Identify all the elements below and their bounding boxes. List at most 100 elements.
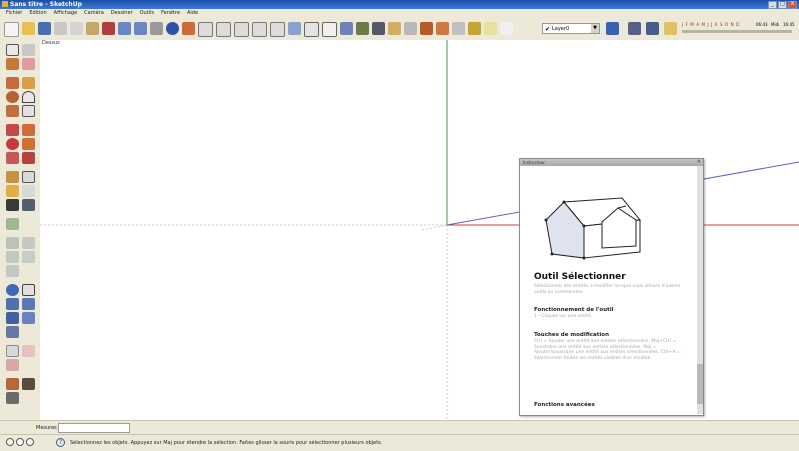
tape-measure-icon[interactable] — [6, 171, 19, 183]
text-icon[interactable] — [22, 185, 35, 197]
menu-edition[interactable]: Edition — [29, 9, 46, 18]
menu-affichage[interactable]: Affichage — [54, 9, 78, 18]
move-icon[interactable] — [6, 124, 19, 136]
delete-icon[interactable] — [102, 22, 115, 35]
styles-icon[interactable] — [452, 22, 465, 35]
chevron-down-icon[interactable]: ▼ — [591, 24, 599, 33]
menu-fichier[interactable]: Fichier — [6, 9, 22, 18]
copy-icon[interactable] — [70, 22, 83, 35]
back-view-icon[interactable] — [252, 22, 267, 37]
undo-icon[interactable] — [118, 22, 131, 35]
line-pencil-icon[interactable] — [22, 77, 35, 89]
next-view-icon[interactable] — [22, 312, 35, 324]
component-icon[interactable] — [22, 44, 35, 56]
instructor-close-icon[interactable]: ✕ — [697, 159, 701, 166]
protractor-icon[interactable] — [6, 185, 19, 197]
save-icon[interactable] — [38, 22, 51, 35]
iso-view-icon[interactable] — [182, 22, 195, 35]
shadow-settings-icon[interactable] — [628, 22, 641, 35]
open-folder-icon[interactable] — [22, 22, 35, 35]
circle-icon[interactable] — [6, 91, 19, 103]
select-arrow-icon[interactable] — [6, 44, 19, 56]
drape-icon[interactable] — [6, 265, 19, 277]
pan-icon[interactable] — [22, 284, 35, 296]
maximize-button[interactable]: □ — [778, 1, 787, 9]
geolocation-status-icon[interactable] — [6, 438, 14, 446]
position-camera-icon[interactable] — [22, 378, 35, 390]
month-strip[interactable]: J F M A M J J A S O N D — [682, 22, 752, 28]
layers-icon[interactable] — [468, 22, 481, 35]
top-view-icon[interactable] — [198, 22, 213, 37]
layer-select[interactable]: ✔ Layer0 ▼ — [542, 23, 600, 34]
rotate-icon[interactable] — [6, 138, 19, 150]
wireframe-icon[interactable] — [304, 22, 319, 37]
offset-icon[interactable] — [22, 152, 35, 164]
sandbox-contours-icon[interactable] — [6, 237, 19, 249]
section-plane-icon[interactable] — [388, 22, 401, 35]
orbit-tool-icon[interactable] — [6, 284, 19, 296]
menu-fenetre[interactable]: Fenêtre — [161, 9, 180, 18]
eraser-icon[interactable] — [22, 58, 35, 70]
right-view-icon[interactable] — [234, 22, 249, 37]
minimize-button[interactable]: _ — [768, 1, 777, 9]
left-view-icon[interactable] — [270, 22, 285, 37]
redo-icon[interactable] — [134, 22, 147, 35]
help-icon[interactable]: ? — [56, 438, 65, 447]
scale-icon[interactable] — [6, 152, 19, 164]
previous-view-icon[interactable] — [6, 312, 19, 324]
3d-text-icon[interactable] — [22, 199, 35, 211]
rectangle-icon[interactable] — [6, 77, 19, 89]
layer-manager-icon[interactable] — [606, 22, 619, 35]
textured-icon[interactable] — [356, 22, 369, 35]
shaded-icon[interactable] — [340, 22, 353, 35]
dimension-icon[interactable] — [22, 171, 35, 183]
materials-icon[interactable] — [436, 22, 449, 35]
monochrome-icon[interactable] — [372, 22, 385, 35]
time-slider[interactable] — [682, 30, 792, 33]
new-file-icon[interactable] — [4, 22, 19, 37]
look-around-icon[interactable] — [6, 392, 19, 404]
menu-outils[interactable]: Outils — [140, 9, 154, 18]
close-button[interactable]: X — [788, 1, 797, 9]
axes-icon[interactable] — [6, 199, 19, 211]
menu-aide[interactable]: Aide — [187, 9, 198, 18]
push-pull-icon[interactable] — [22, 124, 35, 136]
print-icon[interactable] — [150, 22, 163, 35]
orbit-icon[interactable] — [166, 22, 179, 35]
shadow-display-icon[interactable] — [646, 22, 659, 35]
walk-icon[interactable] — [6, 378, 19, 390]
measure-input[interactable] — [58, 423, 130, 433]
section-plane-tool-icon[interactable] — [6, 218, 19, 230]
sandbox-scratch-icon[interactable] — [22, 237, 35, 249]
menu-dessiner[interactable]: Dessiner — [111, 9, 133, 18]
sun-icon[interactable] — [664, 22, 677, 35]
zoom-extents-icon[interactable] — [6, 326, 19, 338]
arc-icon[interactable] — [22, 91, 35, 103]
zoom-icon[interactable] — [6, 298, 19, 310]
add-location-icon[interactable] — [6, 345, 19, 357]
xray-icon[interactable] — [288, 22, 301, 35]
instructor-scroll-thumb[interactable] — [697, 364, 703, 404]
paste-icon[interactable] — [86, 22, 99, 35]
freehand-icon[interactable] — [22, 105, 35, 117]
smoove-icon[interactable] — [6, 251, 19, 263]
front-view-icon[interactable] — [216, 22, 231, 37]
cut-icon[interactable] — [54, 22, 67, 35]
user-status-icon[interactable] — [26, 438, 34, 446]
credits-status-icon[interactable] — [16, 438, 24, 446]
follow-me-icon[interactable] — [22, 138, 35, 150]
main-toolbar: ✔ Layer0 ▼ J F M A M J J A S O N D 06:43… — [0, 18, 799, 41]
fog-icon[interactable] — [500, 22, 513, 35]
hidden-line-icon[interactable] — [322, 22, 337, 37]
get-models-icon[interactable] — [6, 359, 19, 371]
section-display-icon[interactable] — [404, 22, 417, 35]
components-icon[interactable] — [420, 22, 433, 35]
instructor-header[interactable]: Instructeur ✕ — [520, 159, 703, 166]
polygon-icon[interactable] — [6, 105, 19, 117]
stamp-icon[interactable] — [22, 251, 35, 263]
toggle-terrain-icon[interactable] — [22, 345, 35, 357]
shadows-toggle-icon[interactable] — [484, 22, 497, 35]
menu-camera[interactable]: Caméra — [84, 9, 104, 18]
paint-bucket-icon[interactable] — [6, 58, 19, 70]
zoom-window-icon[interactable] — [22, 298, 35, 310]
